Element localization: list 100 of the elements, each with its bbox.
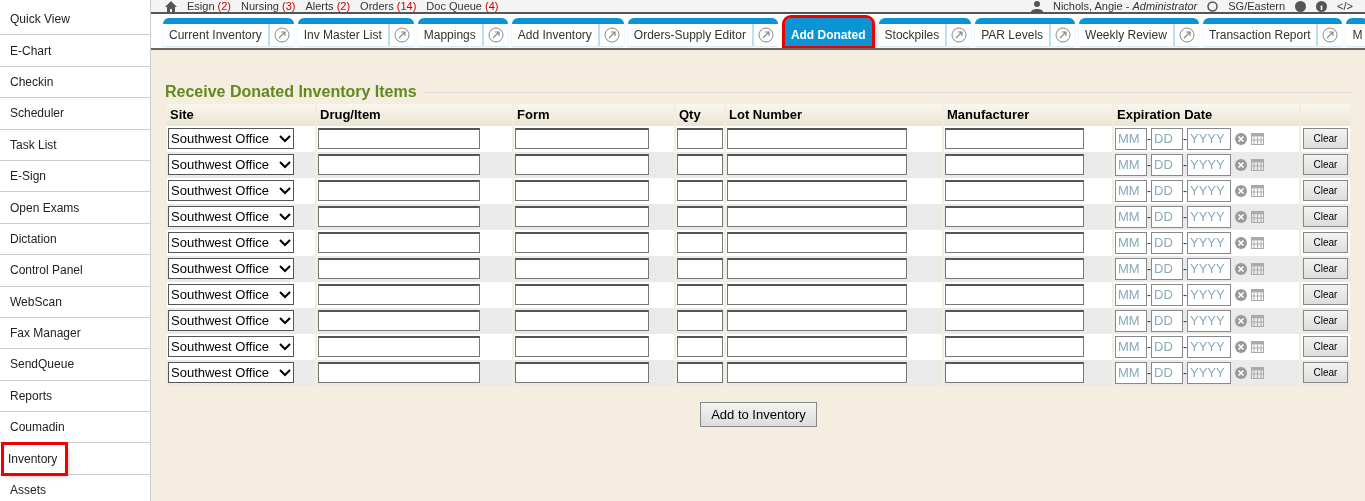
sidebar-item[interactable]: Checkin xyxy=(10,72,54,91)
month-field[interactable]: MM xyxy=(1115,257,1147,280)
clear-button[interactable]: Clear xyxy=(1302,128,1349,149)
month-field[interactable]: MM xyxy=(1115,153,1147,176)
drug-item-field[interactable] xyxy=(318,258,480,279)
day-field[interactable]: DD xyxy=(1151,309,1183,332)
qty-field[interactable] xyxy=(677,284,723,305)
sidebar-item[interactable]: Dictation xyxy=(10,229,57,248)
manufacturer-field[interactable] xyxy=(945,258,1084,279)
day-field[interactable]: DD xyxy=(1151,179,1183,202)
sidebar-item[interactable]: Quick View xyxy=(10,10,70,29)
drug-item-field[interactable] xyxy=(318,336,480,357)
manufacturer-field[interactable] xyxy=(945,232,1084,253)
manufacturer-field[interactable] xyxy=(945,310,1084,331)
sidebar-item[interactable]: SendQueue xyxy=(10,355,75,374)
day-field[interactable]: DD xyxy=(1151,231,1183,254)
manufacturer-field[interactable] xyxy=(945,362,1084,383)
month-field[interactable]: MM xyxy=(1115,361,1147,384)
tab[interactable]: Add Inventory xyxy=(511,18,624,46)
top-link[interactable]: Doc Queue (4) xyxy=(426,0,499,12)
clear-icon[interactable] xyxy=(1235,366,1247,379)
year-field[interactable]: YYYY xyxy=(1187,361,1231,384)
year-field[interactable]: YYYY xyxy=(1187,283,1231,306)
sidebar-item[interactable]: Scheduler xyxy=(10,104,65,123)
qty-field[interactable] xyxy=(677,180,723,201)
day-field[interactable]: DD xyxy=(1151,335,1183,358)
sidebar-item[interactable]: E-Chart xyxy=(10,41,52,60)
tab[interactable]: Current Inventory xyxy=(163,18,294,46)
site-dropdown[interactable]: Southwest Office xyxy=(168,362,294,383)
clear-icon[interactable] xyxy=(1235,314,1247,327)
clear-icon[interactable] xyxy=(1235,210,1247,223)
day-field[interactable]: DD xyxy=(1151,127,1183,150)
year-field[interactable]: YYYY xyxy=(1187,335,1231,358)
sidebar-item[interactable]: Fax Manager xyxy=(10,324,81,343)
manufacturer-field[interactable] xyxy=(945,154,1084,175)
clear-icon[interactable] xyxy=(1235,288,1247,301)
lot-number-field[interactable] xyxy=(727,232,907,253)
site-dropdown[interactable]: Southwest Office xyxy=(168,336,294,357)
lot-number-field[interactable] xyxy=(727,336,907,357)
qty-field[interactable] xyxy=(677,336,723,357)
tab[interactable]: M xyxy=(1346,18,1365,46)
lot-number-field[interactable] xyxy=(727,310,907,331)
form-field[interactable] xyxy=(515,154,649,175)
qty-field[interactable] xyxy=(677,154,723,175)
tab[interactable]: Inv Master List xyxy=(297,18,414,46)
tab[interactable]: Weekly Review xyxy=(1079,18,1199,46)
year-field[interactable]: YYYY xyxy=(1187,205,1231,228)
manufacturer-field[interactable] xyxy=(945,284,1084,305)
tab[interactable]: Stockpiles xyxy=(878,18,972,46)
site-dropdown[interactable]: Southwest Office xyxy=(168,310,294,331)
month-field[interactable]: MM xyxy=(1115,231,1147,254)
sidebar-item[interactable]: Inventory xyxy=(4,444,66,473)
site-dropdown[interactable]: Southwest Office xyxy=(168,284,294,305)
top-link[interactable]: Esign (2) xyxy=(187,0,232,12)
day-field[interactable]: DD xyxy=(1151,153,1183,176)
lot-number-field[interactable] xyxy=(727,128,907,149)
day-field[interactable]: DD xyxy=(1151,205,1183,228)
site-dropdown[interactable]: Southwest Office xyxy=(168,180,294,201)
top-link[interactable]: Orders (14) xyxy=(360,0,417,12)
clear-button[interactable]: Clear xyxy=(1302,310,1349,331)
qty-field[interactable] xyxy=(677,232,723,253)
lot-number-field[interactable] xyxy=(727,284,907,305)
year-field[interactable]: YYYY xyxy=(1187,179,1231,202)
site-dropdown[interactable]: Southwest Office xyxy=(168,258,294,279)
sidebar-item[interactable]: Open Exams xyxy=(10,198,80,217)
month-field[interactable]: MM xyxy=(1115,335,1147,358)
tab[interactable]: Mappings xyxy=(417,18,508,46)
form-field[interactable] xyxy=(515,258,649,279)
clear-icon[interactable] xyxy=(1235,262,1247,275)
sidebar-item[interactable]: WebScan xyxy=(10,292,62,311)
year-field[interactable]: YYYY xyxy=(1187,309,1231,332)
clear-button[interactable]: Clear xyxy=(1302,232,1349,253)
drug-item-field[interactable] xyxy=(318,128,480,149)
clear-button[interactable]: Clear xyxy=(1302,362,1349,383)
lot-number-field[interactable] xyxy=(727,362,907,383)
lot-number-field[interactable] xyxy=(727,206,907,227)
form-field[interactable] xyxy=(515,180,649,201)
clear-icon[interactable] xyxy=(1235,236,1247,249)
manufacturer-field[interactable] xyxy=(945,128,1084,149)
drug-item-field[interactable] xyxy=(318,362,480,383)
site-dropdown[interactable]: Southwest Office xyxy=(168,128,294,149)
clear-icon[interactable] xyxy=(1235,340,1247,353)
drug-item-field[interactable] xyxy=(318,154,480,175)
form-field[interactable] xyxy=(515,128,649,149)
manufacturer-field[interactable] xyxy=(945,206,1084,227)
day-field[interactable]: DD xyxy=(1151,361,1183,384)
year-field[interactable]: YYYY xyxy=(1187,153,1231,176)
qty-field[interactable] xyxy=(677,206,723,227)
sidebar-item[interactable]: Assets xyxy=(10,481,46,500)
form-field[interactable] xyxy=(515,232,649,253)
lot-number-field[interactable] xyxy=(727,258,907,279)
manufacturer-field[interactable] xyxy=(945,336,1084,357)
tab[interactable]: PAR Levels xyxy=(975,18,1076,46)
site-dropdown[interactable]: Southwest Office xyxy=(168,154,294,175)
day-field[interactable]: DD xyxy=(1151,257,1183,280)
qty-field[interactable] xyxy=(677,362,723,383)
tab[interactable]: Orders-Supply Editor xyxy=(627,18,778,46)
site-dropdown[interactable]: Southwest Office xyxy=(168,206,294,227)
form-field[interactable] xyxy=(515,336,649,357)
form-field[interactable] xyxy=(515,284,649,305)
